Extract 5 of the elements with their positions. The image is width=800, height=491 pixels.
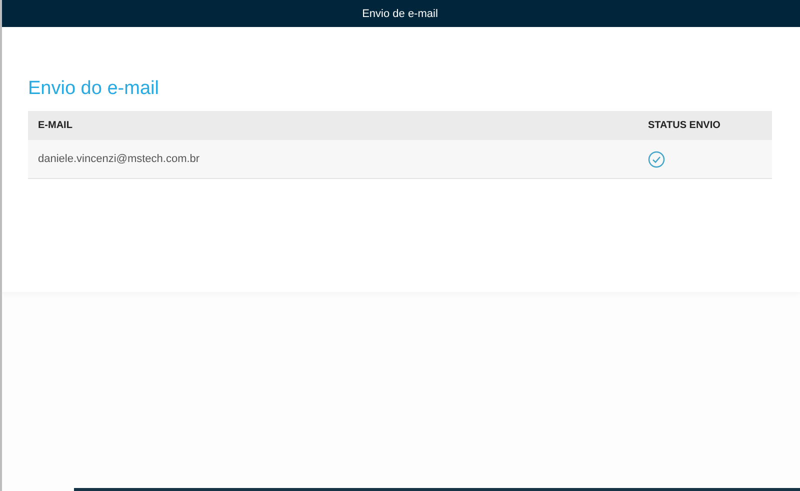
column-header: STATUS ENVIO	[648, 120, 722, 131]
column-header: E-MAIL	[37, 120, 74, 131]
table-cell-text: daniele.vincenzi@mstech.com.br	[37, 153, 201, 165]
page-heading: Envio do e-mail	[28, 78, 160, 100]
window-title: Envio de e-mail	[362, 8, 438, 20]
